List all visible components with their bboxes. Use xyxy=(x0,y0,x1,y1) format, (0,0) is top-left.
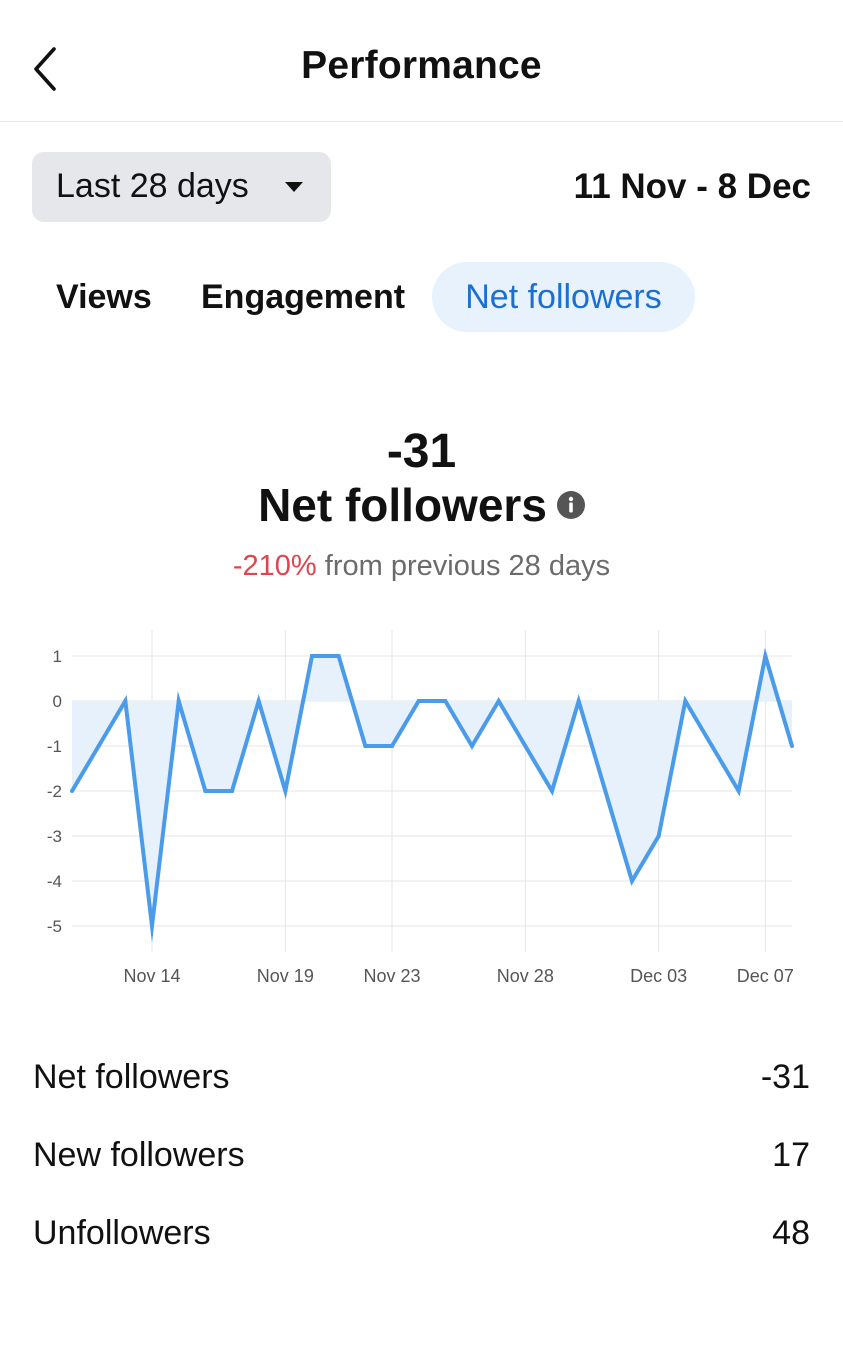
chart-point xyxy=(176,699,181,703)
chart-point xyxy=(550,789,554,793)
chart-point xyxy=(70,789,74,793)
chart-grid xyxy=(72,630,792,952)
change-comparison: -210% from previous 28 days xyxy=(0,550,843,583)
summary-value: -31 xyxy=(760,1058,810,1096)
tab-engagement[interactable]: Engagement xyxy=(201,262,405,332)
y-tick-label: -1 xyxy=(47,737,62,756)
summary-row-unfollowers: Unfollowers 48 xyxy=(33,1214,810,1262)
chart-point xyxy=(256,699,261,703)
chart-point xyxy=(576,699,581,703)
chart-point xyxy=(710,744,714,748)
y-tick-label: -5 xyxy=(47,917,62,936)
x-tick-label: Nov 28 xyxy=(497,966,554,986)
y-tick-label: -3 xyxy=(47,827,62,846)
chart-y-axis: 1 0 -1 -2 -3 -4 -5 xyxy=(47,647,62,936)
chart-point xyxy=(310,654,314,658)
caret-down-icon xyxy=(285,182,303,192)
chart-point xyxy=(363,744,368,748)
net-followers-chart: 1 0 -1 -2 -3 -4 -5 Nov 14 Nov 19 Nov 23 Nov 28 Dec… xyxy=(47,630,794,986)
x-tick-label: Nov 14 xyxy=(123,966,180,986)
summary-row-new-followers: New followers 17 xyxy=(33,1136,810,1184)
chart-point xyxy=(283,789,288,793)
y-tick-label: -4 xyxy=(47,872,62,891)
net-followers-heading-label: Net followers xyxy=(258,479,547,531)
page-title: Performance xyxy=(301,44,542,87)
summary-label: Unfollowers xyxy=(33,1214,211,1252)
net-followers-total: -31 xyxy=(386,425,457,478)
tab-net-followers[interactable]: Net followers xyxy=(432,262,695,332)
chart-point xyxy=(603,789,608,793)
y-tick-label: -2 xyxy=(47,782,62,801)
chart-point xyxy=(230,789,234,793)
x-tick-label: Nov 23 xyxy=(363,966,420,986)
y-tick-label: 1 xyxy=(53,647,62,666)
chart-point xyxy=(336,654,341,658)
chart-point xyxy=(96,744,101,748)
summary-row-net-followers: Net followers -31 xyxy=(33,1058,810,1106)
chart-point xyxy=(683,699,688,703)
net-followers-heading: Net followers xyxy=(0,478,843,532)
summary-label: Net followers xyxy=(33,1058,230,1096)
change-percent: -210% xyxy=(232,550,317,582)
info-icon[interactable] xyxy=(556,490,585,519)
x-tick-label: Dec 03 xyxy=(630,966,687,986)
chart-point xyxy=(150,924,154,928)
chart-point xyxy=(523,744,528,748)
chart-point xyxy=(390,744,394,748)
chart-point xyxy=(736,789,741,793)
date-range-dropdown[interactable]: Last 28 days xyxy=(32,152,331,222)
chart-point xyxy=(470,744,474,748)
summary-value: 17 xyxy=(772,1136,810,1174)
chart-point xyxy=(203,789,208,793)
chart-x-axis: Nov 14 Nov 19 Nov 23 Nov 28 Dec 03 Dec 07 xyxy=(123,966,793,986)
chart-point xyxy=(443,699,448,703)
x-tick-label: Dec 07 xyxy=(737,966,794,986)
chart-point xyxy=(630,879,634,883)
chart-point xyxy=(123,699,128,703)
date-range-dropdown-label: Last 28 days xyxy=(56,167,249,205)
chart-point xyxy=(496,699,501,703)
summary-label: New followers xyxy=(33,1136,245,1174)
chart-point xyxy=(790,744,794,748)
chart-point xyxy=(656,834,661,838)
header-bar: Performance xyxy=(0,0,843,122)
summary-value: 48 xyxy=(772,1214,810,1252)
y-tick-label: 0 xyxy=(53,692,62,711)
tab-views[interactable]: Views xyxy=(56,262,152,332)
change-text: from previous 28 days xyxy=(324,550,611,582)
chart-point xyxy=(763,654,768,658)
date-range-text: 11 Nov - 8 Dec xyxy=(573,167,811,206)
x-tick-label: Nov 19 xyxy=(257,966,314,986)
chart-point xyxy=(416,699,421,703)
